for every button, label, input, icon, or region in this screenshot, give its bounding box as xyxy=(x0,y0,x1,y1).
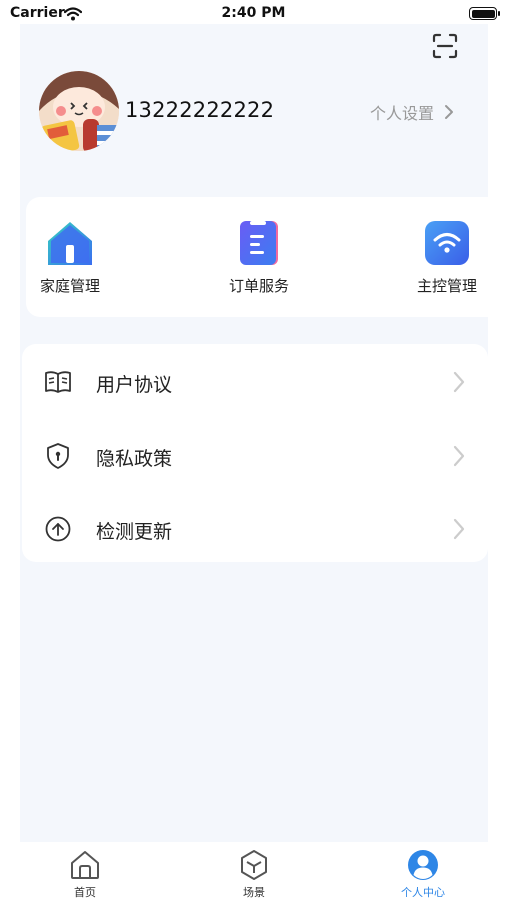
book-icon xyxy=(44,368,72,396)
battery-icon xyxy=(469,7,500,20)
menu-item-privacy-policy[interactable]: 隐私政策 xyxy=(22,424,488,484)
tab-label: 首页 xyxy=(74,886,96,899)
tab-profile[interactable]: 个人中心 xyxy=(373,848,473,900)
quick-actions-card: 家庭管理 订单服务 主控管理 xyxy=(26,197,507,317)
status-time: 2:40 PM xyxy=(221,5,286,21)
menu-item-label: 隐私政策 xyxy=(96,448,173,470)
chevron-right-icon xyxy=(445,105,454,119)
tab-label: 场景 xyxy=(243,886,265,899)
personal-settings-label: 个人设置 xyxy=(370,104,435,123)
upload-circle-icon xyxy=(44,515,72,543)
menu-item-label: 用户协议 xyxy=(96,374,173,396)
quick-action-label: 订单服务 xyxy=(228,277,289,295)
cube-icon xyxy=(237,848,271,882)
chevron-right-icon xyxy=(452,517,466,541)
settings-menu-card: 用户协议 隐私政策 检测更新 xyxy=(22,344,488,562)
shield-icon xyxy=(44,442,72,470)
chevron-right-icon xyxy=(452,444,466,468)
home-outline-icon xyxy=(68,848,102,882)
avatar[interactable] xyxy=(39,71,119,151)
menu-item-label: 检测更新 xyxy=(96,521,173,543)
menu-item-user-agreement[interactable]: 用户协议 xyxy=(22,350,488,410)
bottom-tab-bar: 首页 场景 个人中心 xyxy=(0,842,507,900)
home-icon xyxy=(46,219,94,267)
personal-settings-link[interactable]: 个人设置 xyxy=(370,100,454,124)
menu-item-check-update[interactable]: 检测更新 xyxy=(22,497,488,557)
quick-action-orders[interactable]: 订单服务 xyxy=(214,219,304,296)
clipboard-icon xyxy=(235,219,283,267)
tab-label: 个人中心 xyxy=(401,886,445,899)
quick-action-label: 家庭管理 xyxy=(39,277,100,295)
chevron-right-icon xyxy=(452,370,466,394)
wifi-icon xyxy=(423,219,471,267)
quick-action-controller[interactable]: 主控管理 xyxy=(402,219,492,296)
quick-action-family[interactable]: 家庭管理 xyxy=(25,219,115,296)
user-phone: 13222222222 xyxy=(125,98,275,122)
user-circle-icon xyxy=(406,848,440,882)
quick-action-label: 主控管理 xyxy=(416,277,477,295)
tab-home[interactable]: 首页 xyxy=(35,848,135,900)
avatar-illustration xyxy=(39,71,119,151)
tab-scene[interactable]: 场景 xyxy=(204,848,304,900)
scan-button[interactable] xyxy=(431,32,459,60)
scan-icon xyxy=(432,33,458,59)
